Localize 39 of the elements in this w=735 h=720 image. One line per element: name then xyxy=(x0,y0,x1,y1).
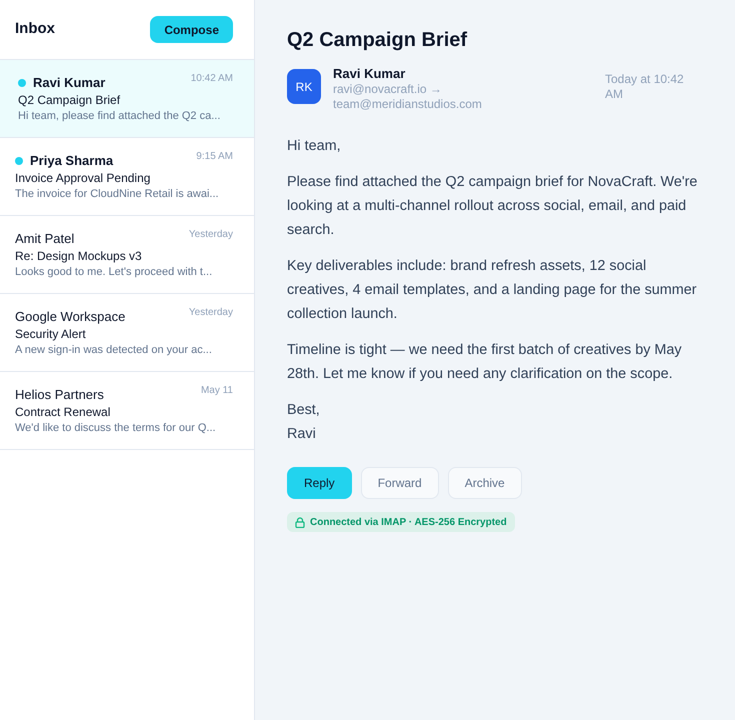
body-paragraph: Timeline is tight — we need the first batch of creatives by May 28th. Let me know if you need any clarification on the scope. xyxy=(287,341,683,384)
body-paragraph: Best, Ravi xyxy=(287,401,321,444)
message-subject: Q2 Campaign Brief xyxy=(287,28,468,53)
message-time: 10:42 AM xyxy=(190,72,233,85)
sender-avatar: RK xyxy=(287,69,321,104)
lock-icon xyxy=(295,516,305,528)
sender-email: ravi@novacraft.io → xyxy=(333,82,442,97)
message-preview: Looks good to me. Let's proceed with t... xyxy=(15,265,212,280)
message-subject: Invoice Approval Pending xyxy=(15,170,150,187)
message-time: Yesterday xyxy=(188,306,233,319)
compose-button[interactable]: Compose xyxy=(150,16,233,43)
action-button[interactable]: Reply xyxy=(287,467,352,499)
message-item[interactable]: Ravi Kumar 10:42 AM Q2 Campaign Brief Hi team, please find attached the Q2 ca... xyxy=(0,60,254,138)
message-preview: Hi team, please find attached the Q2 ca... xyxy=(18,109,220,124)
sender-name: Ravi Kumar xyxy=(33,74,106,91)
body-paragraph: Key deliverables include: brand refresh assets, 12 social creatives, 4 email templates, and a landing page for the summer collection launch. xyxy=(287,257,698,324)
body-paragraph: Please find attached the Q2 campaign brief for NovaCraft. We're looking at a multi-channel rollout across social, email, and paid search. xyxy=(287,173,698,240)
inbox-title: Inbox xyxy=(15,19,55,40)
message-subject: Contract Renewal xyxy=(15,404,110,421)
message-preview: The invoice for CloudNine Retail is awai... xyxy=(15,187,219,202)
message-subject: Q2 Campaign Brief xyxy=(18,92,120,109)
message-time: Yesterday xyxy=(188,228,233,241)
sender-name: Amit Patel xyxy=(15,230,74,247)
sender-name: Ravi Kumar xyxy=(333,65,406,82)
message-time: 9:15 AM xyxy=(196,150,233,163)
recipient-email: team@meridianstudios.com xyxy=(333,97,482,112)
message-subject: Security Alert xyxy=(15,326,86,343)
message-time: May 11 xyxy=(200,384,233,397)
body-paragraph: Hi team, xyxy=(287,137,342,156)
message-date: Today at 10:42 AM xyxy=(605,72,685,102)
sender-name: Google Workspace xyxy=(15,308,126,325)
action-button[interactable]: Forward xyxy=(360,467,439,499)
message-subject: Re: Design Mockups v3 xyxy=(15,248,142,265)
action-button[interactable]: Archive xyxy=(448,467,522,499)
message-preview: A new sign-in was detected on your ac... xyxy=(15,343,212,358)
security-text: Connected via IMAP · AES-256 Encrypted xyxy=(310,516,507,530)
sender-name: Priya Sharma xyxy=(30,152,114,169)
sender-name: Helios Partners xyxy=(15,386,104,403)
message-preview: We'd like to discuss the terms for our Q... xyxy=(15,421,216,436)
